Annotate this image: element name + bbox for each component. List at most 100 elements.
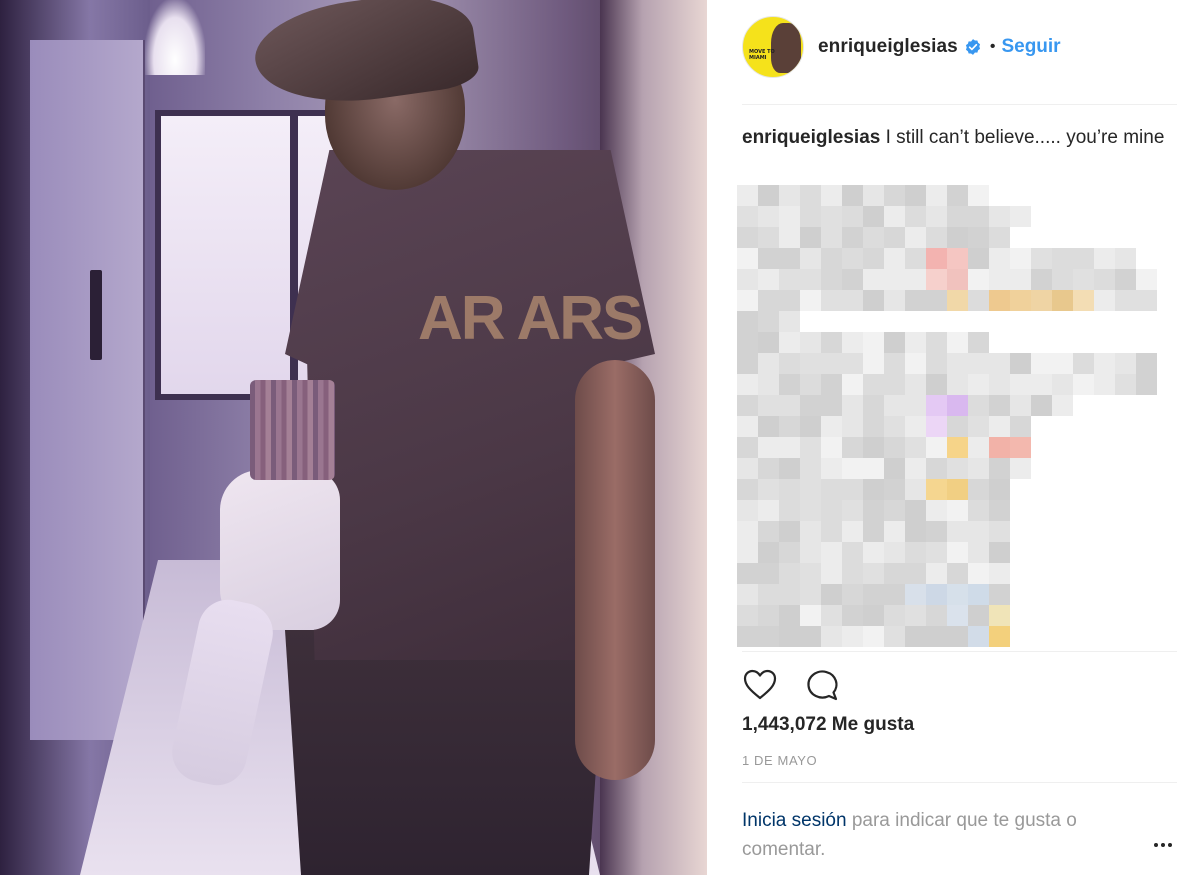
post-side-panel: MOVE TO MIAMI enriqueiglesias • Seguir e… bbox=[707, 0, 1200, 875]
pixel-block bbox=[737, 437, 758, 458]
pixel-block bbox=[758, 374, 779, 395]
pixel-block bbox=[989, 374, 1010, 395]
pixel-block bbox=[947, 605, 968, 626]
pixel-block bbox=[884, 479, 905, 500]
post-date: 1 DE MAYO bbox=[742, 753, 818, 768]
pixel-block bbox=[905, 395, 926, 416]
pixel-block bbox=[968, 563, 989, 584]
pixel-block bbox=[926, 563, 947, 584]
pixel-block bbox=[926, 227, 947, 248]
pixel-block bbox=[884, 332, 905, 353]
pixel-block bbox=[1094, 269, 1115, 290]
pixel-block bbox=[737, 542, 758, 563]
pixel-block bbox=[905, 374, 926, 395]
more-options-icon[interactable] bbox=[1148, 830, 1178, 860]
pixel-block bbox=[821, 416, 842, 437]
pixelated-comments bbox=[737, 185, 1172, 647]
pixel-block bbox=[926, 395, 947, 416]
pixel-block bbox=[968, 374, 989, 395]
pixel-block bbox=[758, 563, 779, 584]
pixel-block bbox=[968, 521, 989, 542]
photo-door bbox=[30, 40, 145, 740]
pixel-block bbox=[821, 521, 842, 542]
pixel-block bbox=[842, 416, 863, 437]
pixel-block bbox=[800, 626, 821, 647]
pixel-block bbox=[926, 626, 947, 647]
pixel-block bbox=[884, 248, 905, 269]
pixel-block bbox=[926, 248, 947, 269]
pixel-block bbox=[989, 605, 1010, 626]
pixel-block bbox=[884, 416, 905, 437]
pixel-block bbox=[863, 206, 884, 227]
pixel-block bbox=[821, 269, 842, 290]
pixel-block bbox=[842, 269, 863, 290]
pixel-block bbox=[863, 521, 884, 542]
pixel-block bbox=[758, 185, 779, 206]
header-divider bbox=[742, 104, 1177, 105]
pixel-block bbox=[947, 332, 968, 353]
avatar[interactable]: MOVE TO MIAMI bbox=[742, 16, 804, 78]
pixel-block bbox=[842, 395, 863, 416]
pixel-block bbox=[863, 542, 884, 563]
pixel-block bbox=[842, 584, 863, 605]
pixel-block bbox=[737, 584, 758, 605]
pixel-block bbox=[1031, 290, 1052, 311]
pixel-block bbox=[758, 605, 779, 626]
pixel-block bbox=[905, 185, 926, 206]
pixel-block bbox=[905, 437, 926, 458]
pixel-block bbox=[737, 479, 758, 500]
comment-icon[interactable] bbox=[804, 667, 840, 703]
pixel-block bbox=[989, 542, 1010, 563]
pixel-block bbox=[905, 332, 926, 353]
pixel-block bbox=[884, 395, 905, 416]
like-count[interactable]: 1,443,072 Me gusta bbox=[742, 714, 914, 736]
pixel-block bbox=[1052, 353, 1073, 374]
pixel-block bbox=[968, 584, 989, 605]
pixel-block bbox=[737, 563, 758, 584]
pixel-block bbox=[1094, 290, 1115, 311]
pixel-block bbox=[737, 605, 758, 626]
login-link[interactable]: Inicia sesión bbox=[742, 810, 847, 831]
photo-ceiling-lamp bbox=[145, 0, 205, 75]
pixel-block bbox=[968, 395, 989, 416]
pixel-block bbox=[821, 206, 842, 227]
pixel-block bbox=[1010, 395, 1031, 416]
photo-door-handle bbox=[90, 270, 102, 360]
pixel-block bbox=[968, 605, 989, 626]
pixel-block bbox=[884, 626, 905, 647]
pixel-block bbox=[968, 437, 989, 458]
pixel-block bbox=[905, 290, 926, 311]
pixel-block bbox=[863, 437, 884, 458]
pixel-block bbox=[926, 437, 947, 458]
pixel-block bbox=[1031, 248, 1052, 269]
pixel-block bbox=[905, 563, 926, 584]
pixel-block bbox=[926, 374, 947, 395]
pixel-block bbox=[1010, 248, 1031, 269]
pixel-block bbox=[779, 269, 800, 290]
pixel-block bbox=[1115, 269, 1136, 290]
pixel-block bbox=[779, 290, 800, 311]
pixel-block bbox=[926, 521, 947, 542]
post-header: MOVE TO MIAMI enriqueiglesias • Seguir bbox=[742, 14, 1172, 80]
pixel-block bbox=[905, 479, 926, 500]
pixel-block bbox=[905, 227, 926, 248]
pixel-block bbox=[947, 185, 968, 206]
pixel-block bbox=[863, 563, 884, 584]
pixel-block bbox=[779, 185, 800, 206]
header-separator: • bbox=[989, 38, 996, 55]
post-caption: enriqueiglesias I still can’t believe...… bbox=[742, 124, 1172, 152]
post-photo[interactable]: AR ARS bbox=[0, 0, 707, 875]
pixel-block bbox=[737, 353, 758, 374]
pixel-block bbox=[779, 542, 800, 563]
heart-icon[interactable] bbox=[742, 667, 778, 703]
pixel-block bbox=[926, 290, 947, 311]
pixel-block bbox=[884, 542, 905, 563]
follow-button[interactable]: Seguir bbox=[1001, 36, 1060, 58]
pixel-block bbox=[779, 605, 800, 626]
pixel-block bbox=[884, 437, 905, 458]
more-dot bbox=[1168, 843, 1172, 847]
pixel-block bbox=[947, 248, 968, 269]
author-username[interactable]: enriqueiglesias bbox=[818, 36, 958, 58]
pixel-block bbox=[737, 626, 758, 647]
caption-username[interactable]: enriqueiglesias bbox=[742, 127, 880, 148]
